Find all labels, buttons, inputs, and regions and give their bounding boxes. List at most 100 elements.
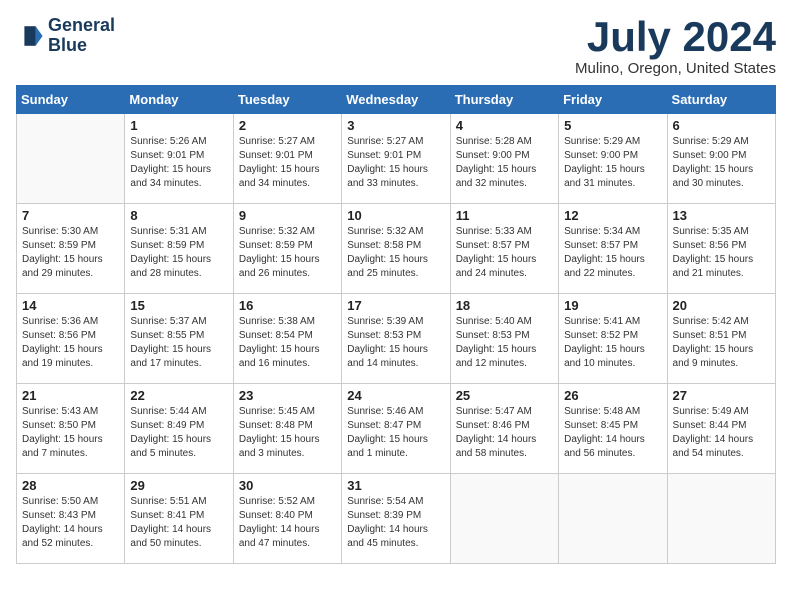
calendar-cell: 5 Sunrise: 5:29 AM Sunset: 9:00 PM Daylig… xyxy=(559,114,667,204)
day-info: Sunrise: 5:47 AM Sunset: 8:46 PM Dayligh… xyxy=(456,405,553,461)
day-number: 19 xyxy=(564,298,661,313)
calendar-cell: 13 Sunrise: 5:35 AM Sunset: 8:56 PM Dayli… xyxy=(667,204,775,294)
calendar-cell: 22 Sunrise: 5:44 AM Sunset: 8:49 PM Dayli… xyxy=(125,384,233,474)
header-sunday: Sunday xyxy=(17,86,125,114)
day-info: Sunrise: 5:42 AM Sunset: 8:51 PM Dayligh… xyxy=(673,315,770,371)
day-number: 15 xyxy=(130,298,227,313)
day-number: 2 xyxy=(239,118,336,133)
day-number: 8 xyxy=(130,208,227,223)
calendar-cell: 18 Sunrise: 5:40 AM Sunset: 8:53 PM Dayli… xyxy=(450,294,558,384)
day-info: Sunrise: 5:31 AM Sunset: 8:59 PM Dayligh… xyxy=(130,225,227,281)
calendar-cell: 17 Sunrise: 5:39 AM Sunset: 8:53 PM Dayli… xyxy=(342,294,450,384)
day-info: Sunrise: 5:35 AM Sunset: 8:56 PM Dayligh… xyxy=(673,225,770,281)
calendar-cell: 4 Sunrise: 5:28 AM Sunset: 9:00 PM Daylig… xyxy=(450,114,558,204)
day-number: 21 xyxy=(22,388,119,403)
day-info: Sunrise: 5:40 AM Sunset: 8:53 PM Dayligh… xyxy=(456,315,553,371)
day-info: Sunrise: 5:48 AM Sunset: 8:45 PM Dayligh… xyxy=(564,405,661,461)
header-row: SundayMondayTuesdayWednesdayThursdayFrid… xyxy=(17,86,776,114)
day-number: 5 xyxy=(564,118,661,133)
calendar-cell xyxy=(450,474,558,564)
day-number: 22 xyxy=(130,388,227,403)
calendar-cell: 16 Sunrise: 5:38 AM Sunset: 8:54 PM Dayli… xyxy=(233,294,341,384)
calendar-cell: 12 Sunrise: 5:34 AM Sunset: 8:57 PM Dayli… xyxy=(559,204,667,294)
day-info: Sunrise: 5:36 AM Sunset: 8:56 PM Dayligh… xyxy=(22,315,119,371)
week-row-3: 14 Sunrise: 5:36 AM Sunset: 8:56 PM Dayli… xyxy=(17,294,776,384)
day-info: Sunrise: 5:41 AM Sunset: 8:52 PM Dayligh… xyxy=(564,315,661,371)
calendar-cell: 27 Sunrise: 5:49 AM Sunset: 8:44 PM Dayli… xyxy=(667,384,775,474)
day-number: 23 xyxy=(239,388,336,403)
day-number: 4 xyxy=(456,118,553,133)
calendar-cell: 9Sunrise: 5:32 AM Sunset: 8:59 PM Daylig… xyxy=(233,204,341,294)
day-number: 16 xyxy=(239,298,336,313)
calendar-cell: 20 Sunrise: 5:42 AM Sunset: 8:51 PM Dayli… xyxy=(667,294,775,384)
week-row-4: 21 Sunrise: 5:43 AM Sunset: 8:50 PM Dayli… xyxy=(17,384,776,474)
day-number: 6 xyxy=(673,118,770,133)
day-number: 3 xyxy=(347,118,444,133)
calendar-cell: 1 Sunrise: 5:26 AM Sunset: 9:01 PM Daylig… xyxy=(125,114,233,204)
calendar-cell: 24 Sunrise: 5:46 AM Sunset: 8:47 PM Dayli… xyxy=(342,384,450,474)
day-number: 24 xyxy=(347,388,444,403)
calendar-cell: 2Sunrise: 5:27 AM Sunset: 9:01 PM Daylig… xyxy=(233,114,341,204)
calendar-cell: 6Sunrise: 5:29 AM Sunset: 9:00 PM Daylig… xyxy=(667,114,775,204)
day-number: 1 xyxy=(130,118,227,133)
week-row-5: 28 Sunrise: 5:50 AM Sunset: 8:43 PM Dayli… xyxy=(17,474,776,564)
day-info: Sunrise: 5:30 AM Sunset: 8:59 PM Dayligh… xyxy=(22,225,119,281)
logo: General Blue xyxy=(16,16,115,56)
header-tuesday: Tuesday xyxy=(233,86,341,114)
day-number: 20 xyxy=(673,298,770,313)
day-info: Sunrise: 5:43 AM Sunset: 8:50 PM Dayligh… xyxy=(22,405,119,461)
day-number: 11 xyxy=(456,208,553,223)
day-number: 13 xyxy=(673,208,770,223)
day-number: 7 xyxy=(22,208,119,223)
day-info: Sunrise: 5:44 AM Sunset: 8:49 PM Dayligh… xyxy=(130,405,227,461)
calendar-cell: 26 Sunrise: 5:48 AM Sunset: 8:45 PM Dayli… xyxy=(559,384,667,474)
calendar-cell: 14 Sunrise: 5:36 AM Sunset: 8:56 PM Dayli… xyxy=(17,294,125,384)
day-number: 28 xyxy=(22,478,119,493)
logo-icon xyxy=(16,22,44,50)
day-info: Sunrise: 5:29 AM Sunset: 9:00 PM Dayligh… xyxy=(564,135,661,191)
day-info: Sunrise: 5:38 AM Sunset: 8:54 PM Dayligh… xyxy=(239,315,336,371)
calendar-cell: 28 Sunrise: 5:50 AM Sunset: 8:43 PM Dayli… xyxy=(17,474,125,564)
day-number: 30 xyxy=(239,478,336,493)
header-thursday: Thursday xyxy=(450,86,558,114)
month-title: July 2024 xyxy=(575,16,776,58)
calendar-cell: 10Sunrise: 5:32 AM Sunset: 8:58 PM Dayli… xyxy=(342,204,450,294)
day-info: Sunrise: 5:26 AM Sunset: 9:01 PM Dayligh… xyxy=(130,135,227,191)
day-number: 17 xyxy=(347,298,444,313)
day-number: 14 xyxy=(22,298,119,313)
day-info: Sunrise: 5:39 AM Sunset: 8:53 PM Dayligh… xyxy=(347,315,444,371)
calendar-cell xyxy=(667,474,775,564)
day-info: Sunrise: 5:28 AM Sunset: 9:00 PM Dayligh… xyxy=(456,135,553,191)
calendar-cell: 8 Sunrise: 5:31 AM Sunset: 8:59 PM Daylig… xyxy=(125,204,233,294)
day-info: Sunrise: 5:32 AM Sunset: 8:59 PM Dayligh… xyxy=(239,225,336,281)
day-info: Sunrise: 5:37 AM Sunset: 8:55 PM Dayligh… xyxy=(130,315,227,371)
day-info: Sunrise: 5:51 AM Sunset: 8:41 PM Dayligh… xyxy=(130,495,227,551)
header-wednesday: Wednesday xyxy=(342,86,450,114)
day-number: 12 xyxy=(564,208,661,223)
location: Mulino, Oregon, United States xyxy=(575,60,776,77)
calendar-cell: 7 Sunrise: 5:30 AM Sunset: 8:59 PM Daylig… xyxy=(17,204,125,294)
calendar-cell: 11 Sunrise: 5:33 AM Sunset: 8:57 PM Dayli… xyxy=(450,204,558,294)
calendar-cell: 23 Sunrise: 5:45 AM Sunset: 8:48 PM Dayli… xyxy=(233,384,341,474)
day-info: Sunrise: 5:52 AM Sunset: 8:40 PM Dayligh… xyxy=(239,495,336,551)
day-info: Sunrise: 5:46 AM Sunset: 8:47 PM Dayligh… xyxy=(347,405,444,461)
day-info: Sunrise: 5:50 AM Sunset: 8:43 PM Dayligh… xyxy=(22,495,119,551)
day-info: Sunrise: 5:32 AM Sunset: 8:58 PM Dayligh… xyxy=(347,225,444,281)
calendar-cell: 21 Sunrise: 5:43 AM Sunset: 8:50 PM Dayli… xyxy=(17,384,125,474)
day-number: 18 xyxy=(456,298,553,313)
header-saturday: Saturday xyxy=(667,86,775,114)
day-info: Sunrise: 5:54 AM Sunset: 8:39 PM Dayligh… xyxy=(347,495,444,551)
day-number: 26 xyxy=(564,388,661,403)
day-number: 31 xyxy=(347,478,444,493)
calendar-cell: 3Sunrise: 5:27 AM Sunset: 9:01 PM Daylig… xyxy=(342,114,450,204)
day-number: 27 xyxy=(673,388,770,403)
header-monday: Monday xyxy=(125,86,233,114)
calendar-table: SundayMondayTuesdayWednesdayThursdayFrid… xyxy=(16,85,776,564)
day-info: Sunrise: 5:34 AM Sunset: 8:57 PM Dayligh… xyxy=(564,225,661,281)
day-info: Sunrise: 5:49 AM Sunset: 8:44 PM Dayligh… xyxy=(673,405,770,461)
calendar-cell xyxy=(559,474,667,564)
day-number: 25 xyxy=(456,388,553,403)
day-info: Sunrise: 5:45 AM Sunset: 8:48 PM Dayligh… xyxy=(239,405,336,461)
day-info: Sunrise: 5:33 AM Sunset: 8:57 PM Dayligh… xyxy=(456,225,553,281)
week-row-2: 7 Sunrise: 5:30 AM Sunset: 8:59 PM Daylig… xyxy=(17,204,776,294)
